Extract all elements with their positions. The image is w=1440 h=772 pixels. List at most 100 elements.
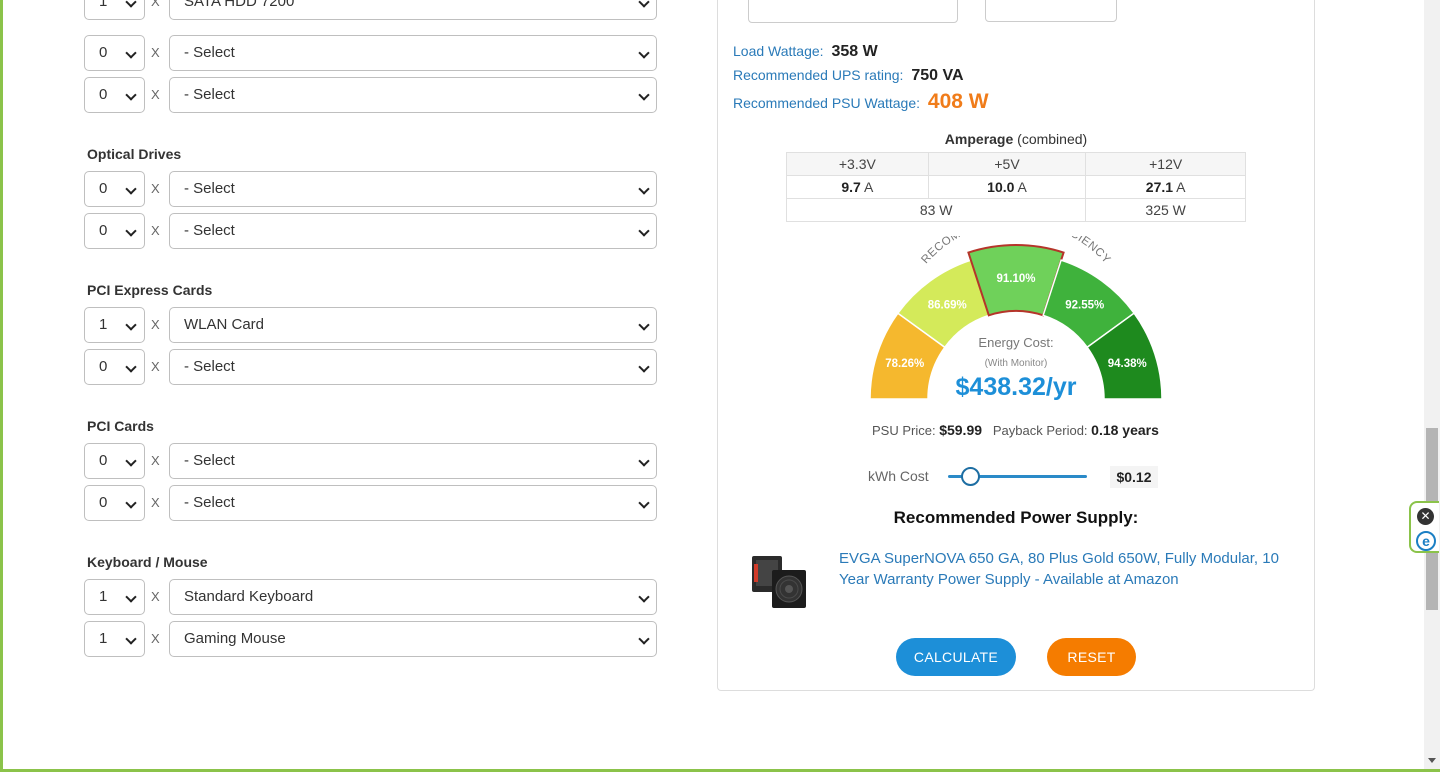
quantity-select[interactable]: 1 (84, 579, 145, 615)
select-value: WLAN Card (184, 316, 265, 333)
section-label-pci-express: PCI Express Cards (87, 282, 213, 298)
pci-express-select[interactable]: - Select (169, 349, 657, 385)
watts-high-cell: 325 W (1085, 198, 1246, 222)
pci-card-select[interactable]: - Select (169, 485, 657, 521)
scroll-down-arrow-icon[interactable] (1428, 758, 1436, 763)
optical-drive-select[interactable]: - Select (169, 213, 657, 249)
quantity-select[interactable]: 0 (84, 77, 145, 113)
rail-header: +12V (1085, 152, 1246, 176)
times-label: X (151, 453, 160, 468)
times-label: X (151, 0, 160, 9)
amperage-subheading: (combined) (1017, 131, 1088, 147)
chevron-down-icon (125, 497, 137, 509)
chevron-down-icon (125, 591, 137, 603)
load-wattage-value: 358 W (831, 43, 878, 60)
amp-cell: 27.1 A (1085, 175, 1246, 199)
psu-wattage-value: 408 W (927, 90, 989, 113)
select-value: 1 (99, 630, 108, 647)
kwh-cost-value: $0.12 (1110, 466, 1158, 488)
psu-price-label: PSU Price: (872, 423, 936, 438)
chevron-down-icon (125, 319, 137, 331)
select-value: - Select (184, 44, 235, 61)
mouse-select[interactable]: Gaming Mouse (169, 621, 657, 657)
energy-cost-value: $438.32/yr (956, 373, 1077, 401)
pci-card-select[interactable]: - Select (169, 443, 657, 479)
quantity-select[interactable]: 1 (84, 621, 145, 657)
amp-unit: A (863, 179, 874, 195)
select-value: - Select (184, 494, 235, 511)
select-value: 0 (99, 494, 108, 511)
ups-rating-label: Recommended UPS rating: (733, 67, 904, 83)
calculate-button[interactable]: CALCULATE (896, 638, 1016, 676)
times-label: X (151, 87, 160, 102)
select-value: 0 (99, 358, 108, 375)
chevron-down-icon (638, 319, 650, 331)
quantity-select[interactable]: 0 (84, 349, 145, 385)
component-select[interactable]: - Select (169, 77, 657, 113)
efficiency-gauge: RECOMMENDED PSU EFFICIENCY 78.26%86.69%9… (869, 236, 1163, 401)
recommended-psu-link[interactable]: EVGA SuperNOVA 650 GA, 80 Plus Gold 650W… (839, 548, 1299, 590)
watts-low-cell: 83 W (785, 198, 1087, 222)
load-wattage-label: Load Wattage: (733, 43, 824, 59)
select-value: - Select (184, 222, 235, 239)
quantity-select[interactable]: 0 (84, 171, 145, 207)
chevron-down-icon (125, 47, 137, 59)
chevron-down-icon (638, 0, 650, 8)
component-select[interactable]: - Select (169, 35, 657, 71)
gauge-segment-label: 91.10% (996, 273, 1035, 285)
extension-e-icon[interactable]: e (1416, 531, 1436, 551)
page-scrollbar[interactable] (1424, 0, 1440, 769)
times-label: X (151, 317, 160, 332)
select-value: - Select (184, 86, 235, 103)
rail-header: +5V (927, 152, 1087, 176)
amperage-title: Amperage (combined) (786, 131, 1246, 147)
quantity-select[interactable]: 0 (84, 443, 145, 479)
quantity-select[interactable]: 1 (84, 307, 145, 343)
quantity-select[interactable]: 0 (84, 35, 145, 71)
psu-wattage-label: Recommended PSU Wattage: (733, 95, 921, 111)
reset-button[interactable]: RESET (1047, 638, 1136, 676)
select-value: - Select (184, 358, 235, 375)
quantity-select-top[interactable]: 1 (84, 0, 145, 20)
select-value: 0 (99, 86, 108, 103)
side-extension-widget: ✕ e (1409, 501, 1439, 553)
recommended-psu-title: Recommended Power Supply: (893, 508, 1139, 527)
chevron-down-icon (125, 361, 137, 373)
psu-price-row: PSU Price: $59.99 Payback Period: 0.18 y… (872, 422, 1159, 438)
energy-cost-label: Energy Cost: (978, 335, 1053, 350)
ups-rating-value: 750 VA (911, 67, 964, 84)
chevron-down-icon (125, 183, 137, 195)
chevron-down-icon (638, 361, 650, 373)
times-label: X (151, 181, 160, 196)
gauge-segment-label: 78.26% (885, 358, 924, 370)
select-value: SATA HDD 7200 (184, 0, 295, 10)
psu-product-image[interactable] (748, 550, 810, 612)
window-frame-left (0, 0, 3, 772)
rail-header: +3.3V (786, 152, 929, 176)
kwh-cost-label: kWh Cost (868, 468, 929, 484)
times-label: X (151, 45, 160, 60)
optical-drive-select[interactable]: - Select (169, 171, 657, 207)
select-value: 0 (99, 452, 108, 469)
quantity-select[interactable]: 0 (84, 213, 145, 249)
select-value: 1 (99, 588, 108, 605)
amp-value: 27.1 (1145, 179, 1174, 195)
monitor-select[interactable] (748, 0, 958, 23)
amp-cell: 9.7 A (786, 175, 929, 199)
amperage-table: +3.3V +5V +12V 9.7 A 10.0 A 27.1 A 83 W … (785, 152, 1246, 222)
chevron-down-icon (125, 455, 137, 467)
keyboard-select[interactable]: Standard Keyboard (169, 579, 657, 615)
close-icon[interactable]: ✕ (1417, 508, 1434, 525)
select-value: 0 (99, 180, 108, 197)
times-label: X (151, 223, 160, 238)
ups-rating-row: Recommended UPS rating: 750 VA (733, 67, 964, 85)
pci-express-select[interactable]: WLAN Card (169, 307, 657, 343)
chevron-down-icon (125, 0, 137, 8)
select-value: - Select (184, 452, 235, 469)
payback-value: 0.18 years (1091, 422, 1159, 438)
quantity-select[interactable]: 0 (84, 485, 145, 521)
section-label-keyboard-mouse: Keyboard / Mouse (87, 554, 208, 570)
psu-price-value: $59.99 (939, 422, 983, 438)
component-select-top[interactable]: SATA HDD 7200 (169, 0, 657, 20)
gauge-segment-label: 92.55% (1065, 299, 1104, 311)
